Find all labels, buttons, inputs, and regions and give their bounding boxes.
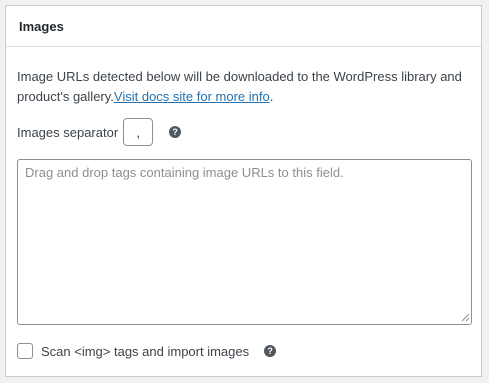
description-trailing: .: [269, 89, 274, 104]
panel-title: Images: [19, 18, 64, 34]
separator-label: Images separator: [17, 124, 119, 140]
images-panel: Images Image URLs detected below will be…: [5, 5, 482, 377]
docs-link[interactable]: Visit docs site for more info: [114, 89, 270, 104]
image-urls-dropzone[interactable]: [17, 159, 472, 325]
separator-row: Images separator ?: [17, 117, 182, 147]
separator-input[interactable]: [123, 118, 154, 146]
scan-row: Scan <img> tags and import images ?: [17, 341, 277, 361]
scan-img-checkbox[interactable]: [17, 343, 33, 359]
help-icon[interactable]: ?: [169, 126, 182, 138]
panel-header: Images: [6, 6, 481, 47]
scan-label[interactable]: Scan <img> tags and import images: [41, 344, 249, 359]
help-icon[interactable]: ?: [264, 345, 277, 357]
images-description: Image URLs detected below will be downlo…: [17, 67, 472, 107]
